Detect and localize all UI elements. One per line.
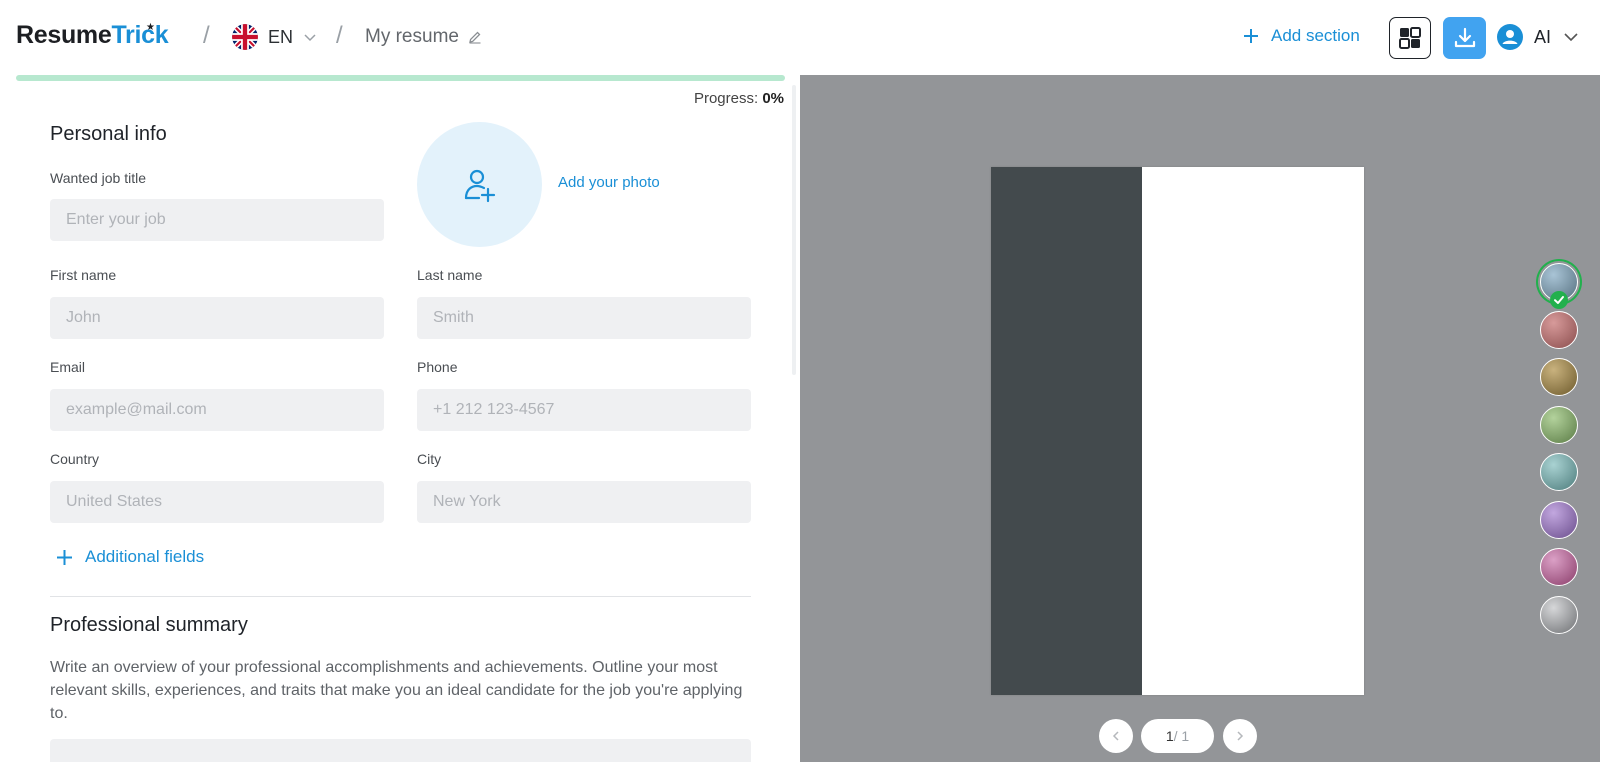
download-icon [1454, 27, 1475, 48]
city-input[interactable] [417, 481, 751, 523]
color-swatch-lavender[interactable] [1540, 500, 1578, 539]
resume-preview-panel: 1/ 1 [800, 75, 1600, 762]
language-selector[interactable]: EN [232, 24, 317, 50]
country-input[interactable] [50, 481, 384, 523]
add-user-icon [464, 169, 495, 202]
breadcrumb-separator: / [203, 22, 210, 49]
pencil-icon [469, 31, 481, 44]
additional-fields-label: Additional fields [85, 547, 205, 566]
resume-editor-panel: Progress: 0% Personal info Wanted job ti… [0, 75, 800, 762]
language-code: EN [268, 26, 294, 47]
templates-button[interactable] [1389, 17, 1431, 59]
wanted-job-title-label: Wanted job title [50, 170, 146, 186]
chevron-down-icon [304, 34, 316, 42]
progress-bar [16, 75, 785, 81]
email-input[interactable] [50, 389, 384, 431]
last-name-label: Last name [417, 267, 483, 283]
color-swatch-olive-gold[interactable] [1540, 358, 1578, 396]
progress-value: 0% [762, 90, 784, 107]
uk-flag-icon [232, 24, 258, 50]
user-menu[interactable]: AI [1497, 24, 1579, 50]
resume-preview-page[interactable] [991, 167, 1364, 695]
editor-scrollbar[interactable] [792, 85, 796, 375]
grid-layout-icon [1399, 27, 1421, 49]
add-section-button[interactable]: Add section [1243, 26, 1360, 46]
color-swatch-silver[interactable] [1540, 595, 1578, 634]
top-header: ResumeTrick ★ / EN / My resume Add secti… [0, 0, 1600, 75]
phone-input[interactable] [417, 389, 751, 431]
color-swatch-teal[interactable] [1540, 453, 1578, 491]
phone-label: Phone [417, 359, 458, 375]
add-photo-link[interactable]: Add your photo [558, 174, 660, 191]
section-divider [50, 596, 751, 597]
professional-summary-description: Write an overview of your professional a… [50, 659, 743, 722]
progress-label-text: Progress: [693, 90, 759, 107]
download-button[interactable] [1443, 17, 1486, 59]
last-name-input[interactable] [417, 297, 751, 339]
resume-name-editable[interactable]: My resume [365, 26, 482, 48]
plus-icon [57, 549, 72, 565]
logo-accent-text: Trick [111, 21, 169, 49]
resume-name-text: My resume [365, 26, 459, 47]
first-name-input[interactable] [50, 297, 384, 339]
progress-label: Progress: 0% [694, 90, 784, 107]
plus-icon [1244, 29, 1258, 43]
user-avatar-icon [1497, 24, 1523, 50]
resume-preview-sidebar [991, 167, 1142, 695]
additional-fields-button[interactable]: Additional fields [56, 547, 204, 567]
email-label: Email [50, 359, 86, 375]
wanted-job-title-input[interactable] [50, 199, 384, 241]
professional-summary-title: Professional summary [50, 614, 248, 636]
add-section-label: Add section [1271, 26, 1360, 45]
add-photo-button[interactable] [417, 122, 542, 247]
chevron-right-icon [1237, 731, 1244, 741]
country-label: Country [50, 451, 100, 467]
previous-page-button[interactable] [1099, 719, 1133, 753]
personal-info-title: Personal info [50, 123, 167, 145]
first-name-label: First name [50, 267, 117, 283]
chevron-left-icon [1112, 731, 1119, 741]
professional-summary-editor[interactable] [50, 739, 751, 762]
color-swatch-sage-green[interactable] [1540, 405, 1578, 444]
color-swatch-magenta[interactable] [1540, 548, 1578, 586]
user-name: AI [1534, 26, 1552, 47]
current-page: 1 [1165, 728, 1174, 744]
total-pages: / 1 [1173, 728, 1190, 744]
color-swatch-rose[interactable] [1540, 310, 1578, 349]
breadcrumb-separator: / [336, 22, 343, 49]
logo-star-icon: ★ [146, 22, 155, 33]
city-label: City [417, 451, 442, 467]
checkmark-icon [1550, 291, 1568, 309]
page-indicator: 1/ 1 [1141, 719, 1214, 753]
logo-main-text: Resume [16, 21, 112, 49]
chevron-down-icon [1564, 33, 1578, 42]
next-page-button[interactable] [1223, 719, 1257, 753]
